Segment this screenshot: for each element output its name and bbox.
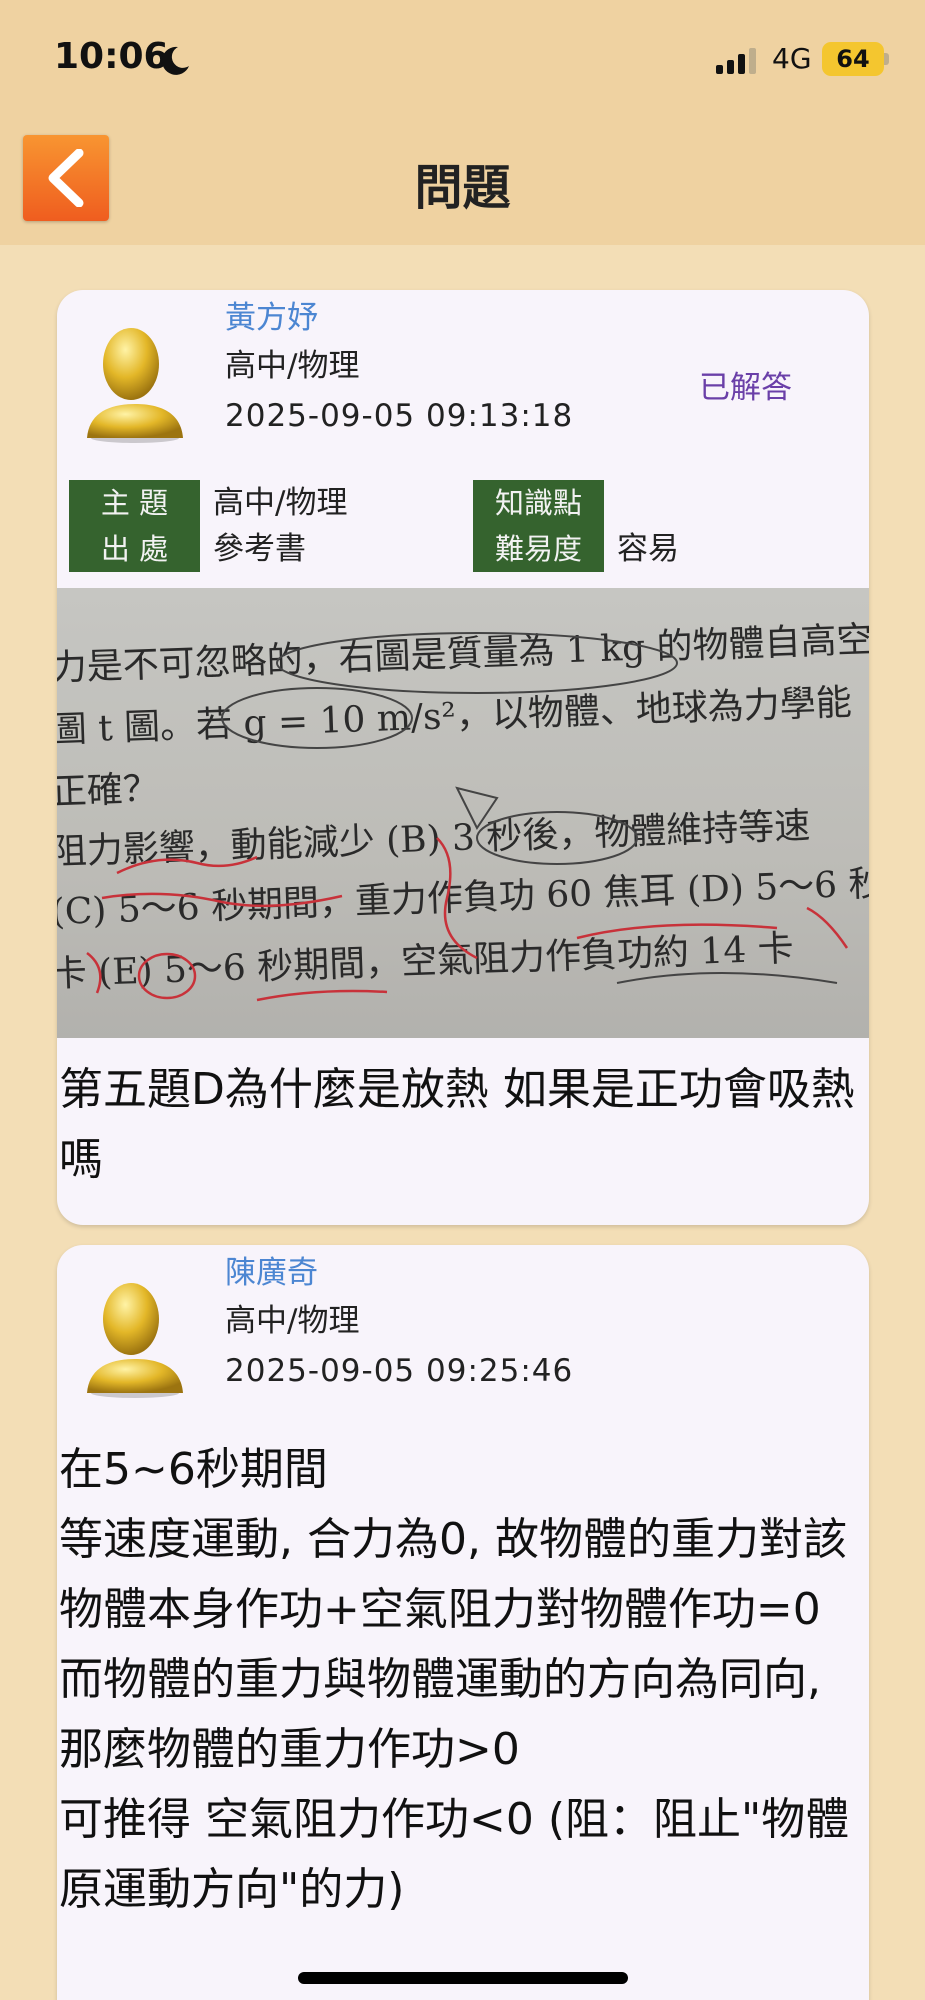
- network-label: 4G: [772, 42, 812, 75]
- header-bar: 10:06 4G 64 問題: [0, 0, 925, 245]
- photo-line: 力是不可忽略的，右圖是質量為 1 kg 的物體自高空: [57, 619, 869, 689]
- question-timestamp: 2025-09-05 09:13:18: [225, 398, 574, 434]
- battery-tip: [884, 53, 889, 65]
- photo-line: (C) 5～6 秒期間，重力作負功 60 焦耳 (D) 5～6 秒: [57, 863, 869, 933]
- user-avatar-icon: [87, 328, 183, 443]
- status-time: 10:06: [54, 36, 169, 77]
- question-author[interactable]: 黃方妤: [225, 292, 318, 337]
- battery-indicator: 64: [822, 42, 884, 76]
- home-indicator[interactable]: [298, 1972, 628, 1984]
- photo-line: 阻力影響，動能減少 (B) 3 秒後，物體維持等速: [57, 806, 811, 873]
- difficulty-value: 容易: [617, 531, 679, 567]
- topic-label: 主 題: [69, 480, 200, 526]
- answered-status: 已解答: [699, 370, 792, 406]
- photo-line: 正確？: [57, 768, 160, 813]
- difficulty-label: 難易度: [473, 526, 604, 572]
- question-subject: 高中/物理: [225, 348, 360, 384]
- answer-subject: 高中/物理: [225, 1303, 360, 1339]
- photo-line: 卡 (E) 5～6 秒期間，空氣阻力作負功約 14 卡: [57, 928, 794, 995]
- source-value: 參考書: [213, 531, 306, 567]
- moon-icon: [161, 46, 189, 75]
- knowledge-label: 知識點: [473, 480, 604, 526]
- user-avatar-icon: [87, 1283, 183, 1398]
- source-label: 出 處: [69, 526, 200, 572]
- topic-value: 高中/物理: [213, 485, 348, 521]
- answer-text: 在5~6秒期間 等速度運動, 合力為0, 故物體的重力對該物體本身作功+空氣阻力…: [59, 1444, 850, 1915]
- question-photo-image: 力是不可忽略的，右圖是質量為 1 kg 的物體自高空 圖 t 圖。若 g = 1…: [57, 619, 869, 1002]
- page-title: 問題: [414, 160, 511, 216]
- status-bar: 10:06 4G 64: [0, 30, 925, 90]
- question-text: 第五題D為什麼是放熱 如果是正功會吸熱嗎: [59, 1064, 855, 1185]
- signal-icon: [716, 48, 756, 74]
- answer-author[interactable]: 陳廣奇: [225, 1247, 318, 1292]
- answer-card[interactable]: 陳廣奇 高中/物理 2025-09-05 09:25:46 在5~6秒期間 等速…: [57, 1245, 869, 2000]
- question-photo[interactable]: 力是不可忽略的，右圖是質量為 1 kg 的物體自高空 圖 t 圖。若 g = 1…: [57, 588, 869, 1038]
- answer-timestamp: 2025-09-05 09:25:46: [225, 1353, 574, 1389]
- question-card[interactable]: 黃方妤 高中/物理 2025-09-05 09:13:18 已解答 主 題 高中…: [57, 290, 869, 1225]
